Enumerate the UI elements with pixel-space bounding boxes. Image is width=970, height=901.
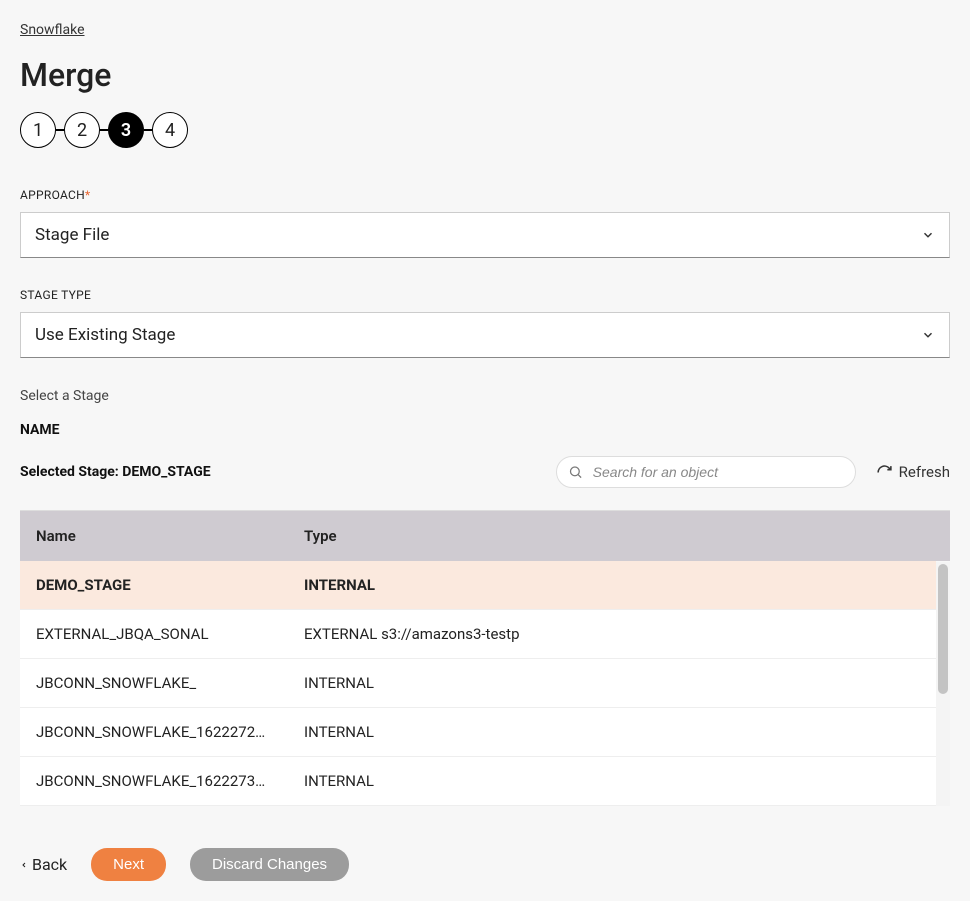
cell-name: EXTERNAL_JBQA_SONAL [20,610,288,658]
back-button[interactable]: Back [20,855,67,874]
step-4[interactable]: 4 [152,112,188,148]
cell-type: INTERNAL [288,757,936,805]
search-icon [568,465,583,480]
step-connector [144,129,152,131]
refresh-label: Refresh [899,463,950,481]
table-row[interactable]: EXTERNAL_JBQA_SONALEXTERNAL s3://amazons… [20,610,936,659]
step-2[interactable]: 2 [64,112,100,148]
cell-name: JBCONN_SNOWFLAKE_ [20,659,288,707]
header-type: Type [288,511,950,561]
table-body: DEMO_STAGEINTERNALEXTERNAL_JBQA_SONALEXT… [20,561,936,806]
cell-type: INTERNAL [288,561,936,609]
cell-name: JBCONN_SNOWFLAKE_1622272828... [20,708,288,756]
footer: Back Next Discard Changes [20,848,950,881]
header-name: Name [20,511,288,561]
search-input[interactable] [556,456,856,488]
table-row[interactable]: JBCONN_SNOWFLAKE_INTERNAL [20,659,936,708]
table-row[interactable]: DEMO_STAGEINTERNAL [20,561,936,610]
discard-button[interactable]: Discard Changes [190,848,349,881]
name-label: NAME [20,422,950,438]
stage-table: Name Type DEMO_STAGEINTERNALEXTERNAL_JBQ… [20,510,950,806]
stage-type-label: STAGE TYPE [20,288,950,302]
refresh-button[interactable]: Refresh [876,463,950,481]
step-connector [56,129,64,131]
step-connector [100,129,108,131]
cell-type: EXTERNAL s3://amazons3-testp [288,610,936,658]
select-stage-label: Select a Stage [20,388,950,404]
table-row[interactable]: JBCONN_SNOWFLAKE_1622272828...INTERNAL [20,708,936,757]
table-header: Name Type [20,511,950,561]
scrollbar[interactable] [936,562,950,806]
cell-name: JBCONN_SNOWFLAKE_1622273060... [20,757,288,805]
refresh-icon [876,464,893,481]
page-title: Merge [20,56,950,94]
table-row[interactable]: JBCONN_SNOWFLAKE_1622273060...INTERNAL [20,757,936,806]
chevron-down-icon [921,228,935,242]
stepper: 1234 [20,112,950,148]
approach-label: APPROACH* [20,188,950,202]
next-button[interactable]: Next [91,848,166,881]
step-1[interactable]: 1 [20,112,56,148]
step-3[interactable]: 3 [108,112,144,148]
cell-type: INTERNAL [288,708,936,756]
cell-name: DEMO_STAGE [20,561,288,609]
back-label: Back [32,855,67,874]
stage-type-value: Use Existing Stage [35,325,175,345]
selected-stage-text: Selected Stage: DEMO_STAGE [20,464,211,480]
scrollbar-thumb[interactable] [938,564,948,694]
approach-value: Stage File [35,225,109,245]
chevron-left-icon [20,859,28,871]
breadcrumb-link[interactable]: Snowflake [20,22,85,38]
stage-type-select[interactable]: Use Existing Stage [20,312,950,358]
chevron-down-icon [921,328,935,342]
approach-select[interactable]: Stage File [20,212,950,258]
cell-type: INTERNAL [288,659,936,707]
